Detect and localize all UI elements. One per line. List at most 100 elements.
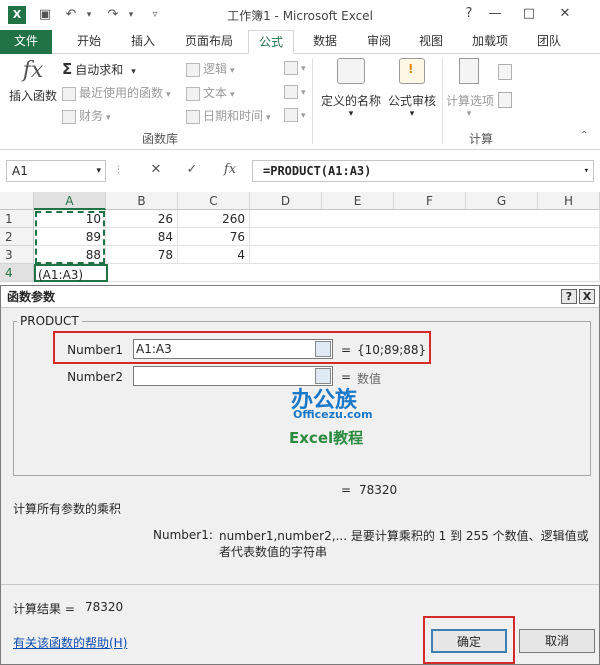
formula-auditing-button[interactable]: ! 公式审核 ▾ bbox=[386, 58, 438, 122]
formula-bar: A1 ▾ ⋮ ✕ ✓ fx =PRODUCT(A1:A3) ▾ bbox=[0, 157, 600, 187]
tab-data[interactable]: 数据 bbox=[302, 30, 348, 54]
tab-file[interactable]: 文件 bbox=[0, 30, 52, 54]
column-header-h[interactable]: H bbox=[538, 192, 600, 210]
chevron-down-icon: ▾ bbox=[96, 166, 101, 176]
cancel-formula-icon[interactable]: ✕ bbox=[144, 162, 168, 177]
row-header-1[interactable]: 1 bbox=[0, 210, 34, 228]
clock-icon bbox=[186, 109, 200, 124]
autosum-button[interactable]: Σ 自动求和 ▾ bbox=[62, 60, 136, 78]
number1-label: Number1 bbox=[67, 343, 123, 357]
row-empty-cells[interactable] bbox=[250, 246, 600, 264]
row-empty-cells[interactable] bbox=[250, 210, 600, 228]
dialog-title: 函数参数 bbox=[1, 286, 599, 308]
column-header-c[interactable]: C bbox=[178, 192, 250, 210]
function-help-link[interactable]: 有关该函数的帮助(H) bbox=[13, 634, 127, 651]
row-empty-cells[interactable] bbox=[108, 264, 600, 282]
column-header-b[interactable]: B bbox=[106, 192, 178, 210]
select-all-corner[interactable] bbox=[0, 192, 34, 210]
chevron-down-icon: ▾ bbox=[348, 109, 354, 119]
group-label-calculation: 计算 bbox=[468, 132, 493, 146]
recent-functions-label: 最近使用的函数 bbox=[79, 86, 164, 100]
financial-label: 财务 bbox=[79, 109, 104, 123]
number1-result: {10;89;88} bbox=[357, 343, 427, 357]
ribbon-separator bbox=[442, 58, 443, 144]
tab-insert[interactable]: 插入 bbox=[118, 30, 168, 54]
cell-c1[interactable]: 260 bbox=[178, 210, 250, 228]
tab-formulas[interactable]: 公式 bbox=[248, 30, 294, 54]
name-box[interactable]: A1 ▾ bbox=[6, 160, 106, 182]
math-icon bbox=[284, 84, 298, 99]
ok-button[interactable]: 确定 bbox=[431, 629, 507, 653]
calc-sheet-icon[interactable] bbox=[498, 92, 512, 108]
logical-label: 逻辑 bbox=[203, 62, 228, 76]
arg-help-label: Number1: bbox=[153, 528, 213, 542]
cell-a4-active[interactable]: (A1:A3) bbox=[34, 264, 108, 282]
lookup-button[interactable]: ▾ bbox=[284, 60, 306, 75]
column-header-a[interactable]: A bbox=[34, 192, 106, 210]
chevron-down-icon: ▾ bbox=[583, 166, 589, 176]
column-header-g[interactable]: G bbox=[466, 192, 538, 210]
restore-icon[interactable]: □ bbox=[518, 4, 540, 24]
row-header-4[interactable]: 4 bbox=[0, 264, 34, 282]
book-icon bbox=[62, 109, 76, 124]
number1-input[interactable]: A1:A3 bbox=[133, 339, 333, 359]
star-icon bbox=[62, 86, 76, 101]
more-functions-button[interactable]: ▾ bbox=[284, 107, 306, 122]
tab-team[interactable]: 团队 bbox=[526, 30, 572, 54]
formula-bar-grip-icon: ⋮ bbox=[114, 165, 123, 175]
logical-button[interactable]: 逻辑 ▾ bbox=[186, 60, 235, 77]
number2-result: 数值 bbox=[357, 372, 382, 386]
formula-input[interactable]: =PRODUCT(A1:A3) ▾ bbox=[252, 160, 594, 182]
cell-b2[interactable]: 84 bbox=[106, 228, 178, 246]
number1-collapse-ref-icon[interactable] bbox=[315, 341, 331, 357]
collapse-ribbon-icon[interactable]: ⌃ bbox=[580, 130, 588, 141]
financial-button[interactable]: 财务 ▾ bbox=[62, 107, 111, 124]
text-book-icon bbox=[186, 86, 200, 101]
datetime-button[interactable]: 日期和时间 ▾ bbox=[186, 107, 271, 124]
chevron-down-icon: ▾ bbox=[131, 67, 136, 77]
recent-functions-button[interactable]: 最近使用的函数 ▾ bbox=[62, 84, 171, 101]
column-header-f[interactable]: F bbox=[394, 192, 466, 210]
cell-c3[interactable]: 4 bbox=[178, 246, 250, 264]
tab-review[interactable]: 审阅 bbox=[356, 30, 402, 54]
tab-view[interactable]: 视图 bbox=[408, 30, 454, 54]
help-icon[interactable]: ? bbox=[458, 4, 480, 24]
calc-now-icon[interactable] bbox=[498, 64, 512, 80]
cancel-button[interactable]: 取消 bbox=[519, 629, 595, 653]
chevron-down-icon: ▾ bbox=[230, 66, 235, 76]
result-value: 78320 bbox=[85, 600, 124, 614]
calc-options-button[interactable]: 计算选项 ▾ bbox=[446, 58, 494, 122]
result-label: 计算结果 = bbox=[13, 602, 75, 616]
formula-text: =PRODUCT(A1:A3) bbox=[263, 164, 372, 178]
watermark-caption: Excel教程 bbox=[289, 429, 364, 447]
row-header-2[interactable]: 2 bbox=[0, 228, 34, 246]
enter-formula-icon[interactable]: ✓ bbox=[180, 162, 204, 177]
ribbon-separator bbox=[312, 58, 313, 144]
tab-page-layout[interactable]: 页面布局 bbox=[174, 30, 244, 54]
column-header-e[interactable]: E bbox=[322, 192, 394, 210]
column-header-d[interactable]: D bbox=[250, 192, 322, 210]
question-book-icon bbox=[186, 62, 200, 77]
inline-result-equals: = bbox=[341, 483, 352, 497]
insert-function-button[interactable]: fx 插入函数 bbox=[8, 58, 58, 118]
row-header-3[interactable]: 3 bbox=[0, 246, 34, 264]
fx-icon: fx bbox=[22, 58, 44, 83]
dialog-help-button[interactable]: ? bbox=[561, 289, 577, 304]
tab-home[interactable]: 开始 bbox=[64, 30, 114, 54]
row-empty-cells[interactable] bbox=[250, 228, 600, 246]
tab-addins[interactable]: 加载项 bbox=[462, 30, 518, 54]
inline-result-value: 78320 bbox=[359, 483, 398, 497]
minimize-icon[interactable]: — bbox=[484, 4, 506, 24]
title-bar: X ▣ ↶ ▾ ↷ ▾ ▿ 工作簿1 - Microsoft Excel ? —… bbox=[0, 0, 600, 30]
close-icon[interactable]: ✕ bbox=[554, 4, 576, 24]
cell-b3[interactable]: 78 bbox=[106, 246, 178, 264]
math-button[interactable]: ▾ bbox=[284, 84, 306, 99]
calculator-icon bbox=[459, 58, 479, 84]
text-button[interactable]: 文本 ▾ bbox=[186, 84, 235, 101]
cell-b1[interactable]: 26 bbox=[106, 210, 178, 228]
function-name-label: PRODUCT bbox=[17, 314, 82, 328]
dialog-close-button[interactable]: X bbox=[579, 289, 595, 304]
cell-c2[interactable]: 76 bbox=[178, 228, 250, 246]
fx-icon[interactable]: fx bbox=[216, 162, 244, 177]
defined-names-button[interactable]: 定义的名称 ▾ bbox=[318, 58, 384, 122]
